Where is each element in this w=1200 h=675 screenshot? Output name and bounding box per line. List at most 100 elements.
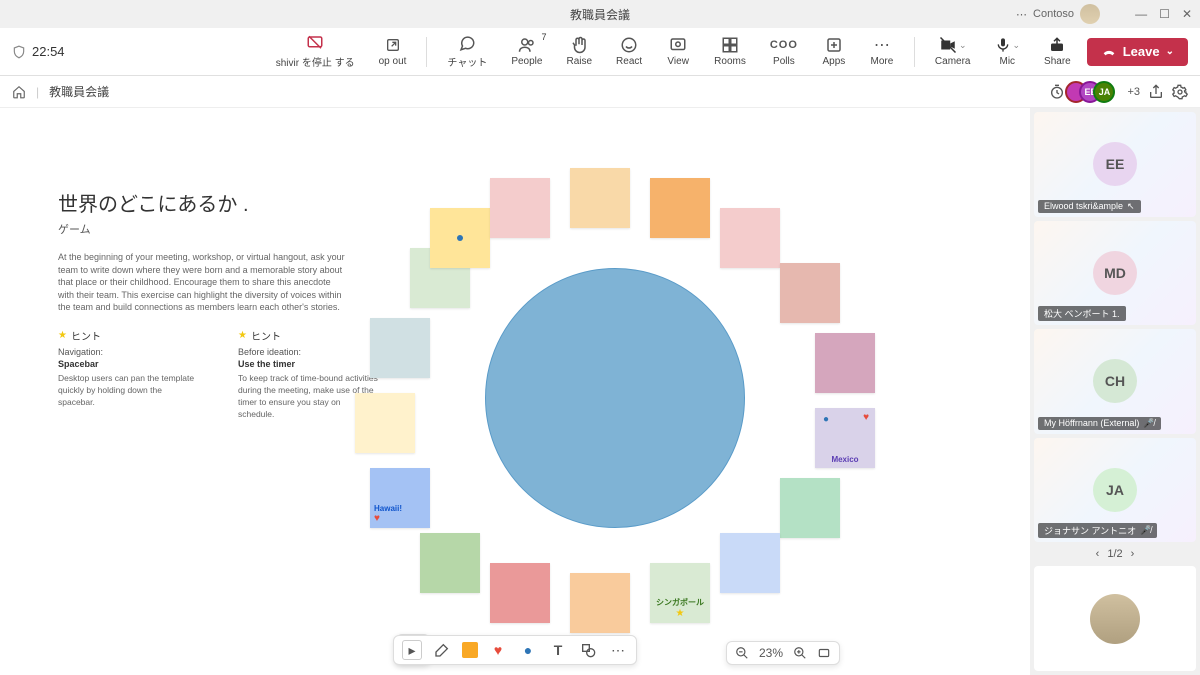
mic-button[interactable]: ⌄ Mic bbox=[987, 34, 1029, 69]
sticky-note-mexico[interactable]: ● ♥ Mexico bbox=[815, 408, 875, 468]
gear-icon[interactable] bbox=[1172, 84, 1188, 100]
share-icon bbox=[1048, 36, 1066, 54]
close-button[interactable]: ✕ bbox=[1182, 7, 1192, 21]
whiteboard-canvas[interactable]: 世界のどこにあるか . ゲーム At the beginning of your… bbox=[0, 108, 1030, 675]
leave-button[interactable]: Leave ⌄ bbox=[1087, 38, 1188, 66]
sticky-tool[interactable] bbox=[462, 642, 478, 658]
heart-icon: ♥ bbox=[374, 513, 426, 524]
minimize-button[interactable]: — bbox=[1135, 7, 1147, 21]
wb-desc: At the beginning of your meeting, worksh… bbox=[58, 251, 348, 314]
cursor-icon: ↖ bbox=[1127, 201, 1135, 212]
share-button[interactable]: Share bbox=[1036, 34, 1079, 69]
home-icon[interactable] bbox=[12, 85, 26, 99]
participant-tile[interactable]: EE Elwood tskri&ample↖ bbox=[1034, 112, 1196, 217]
stop-sharing-button[interactable]: shivir を停止 する bbox=[268, 32, 363, 71]
sticky-note[interactable] bbox=[430, 208, 490, 268]
participant-tile[interactable]: JA ジョナサン アントニオ🎤̸ bbox=[1034, 438, 1196, 543]
comment-tool[interactable]: ● bbox=[518, 640, 538, 660]
self-tile[interactable] bbox=[1034, 566, 1196, 671]
react-button[interactable]: React bbox=[608, 34, 650, 69]
sticky-note[interactable] bbox=[490, 563, 550, 623]
polls-icon: COO bbox=[770, 36, 798, 54]
chat-icon bbox=[458, 34, 476, 52]
sticky-note[interactable] bbox=[420, 533, 480, 593]
camera-off-icon bbox=[939, 36, 957, 54]
hints: ヒント Navigation: Spacebar Desktop users c… bbox=[58, 328, 378, 421]
pager-label: 1/2 bbox=[1107, 548, 1122, 560]
sticky-note[interactable] bbox=[815, 333, 875, 393]
share-out-icon[interactable] bbox=[1148, 84, 1164, 100]
avatar[interactable] bbox=[1080, 4, 1100, 24]
reaction-tool[interactable]: ♥ bbox=[488, 640, 508, 660]
raise-hand-button[interactable]: Raise bbox=[558, 34, 600, 69]
text-tool[interactable]: T bbox=[548, 640, 568, 660]
timer-value: 22:54 bbox=[32, 44, 65, 59]
meeting-toolbar: 22:54 shivir を停止 する op out チャット 7 People… bbox=[0, 28, 1200, 76]
dot-icon bbox=[457, 235, 463, 241]
center-circle[interactable] bbox=[485, 268, 745, 528]
maximize-button[interactable]: ☐ bbox=[1159, 7, 1170, 21]
rooms-button[interactable]: Rooms bbox=[706, 34, 754, 69]
hangup-icon bbox=[1101, 44, 1117, 60]
participant-overflow[interactable]: +3 bbox=[1127, 86, 1140, 98]
sticky-note[interactable] bbox=[650, 178, 710, 238]
sticky-note[interactable] bbox=[355, 393, 415, 453]
chevron-down-icon[interactable]: ⌄ bbox=[959, 40, 967, 51]
sticky-note[interactable] bbox=[780, 263, 840, 323]
sticky-note[interactable] bbox=[570, 168, 630, 228]
rooms-icon bbox=[721, 36, 739, 54]
star-icon: ★ bbox=[654, 608, 706, 619]
shape-tool[interactable] bbox=[578, 640, 598, 660]
sticky-note[interactable] bbox=[370, 318, 430, 378]
timer-icon[interactable] bbox=[1049, 84, 1065, 100]
polls-button[interactable]: COO Polls bbox=[762, 34, 806, 69]
view-icon bbox=[669, 36, 687, 54]
participant-tile[interactable]: MD 松大 ベンボート 1. bbox=[1034, 221, 1196, 326]
mic-icon bbox=[995, 36, 1011, 54]
hint-navigation: ヒント Navigation: Spacebar Desktop users c… bbox=[58, 328, 198, 421]
apps-icon bbox=[825, 36, 843, 54]
chevron-down-icon[interactable]: ⌄ bbox=[1166, 46, 1174, 57]
stop-share-icon bbox=[305, 34, 325, 52]
pager-next[interactable]: › bbox=[1131, 548, 1135, 560]
participant-avatar[interactable]: JA bbox=[1093, 81, 1115, 103]
react-icon bbox=[620, 36, 638, 54]
sticky-note-singapore[interactable]: シンガポール ★ bbox=[650, 563, 710, 623]
avatar: EE bbox=[1093, 142, 1137, 186]
zoom-out-button[interactable] bbox=[735, 646, 749, 660]
participant-tile[interactable]: CH My Höffrnann (External)🎤̸ bbox=[1034, 329, 1196, 434]
sticky-note[interactable] bbox=[720, 208, 780, 268]
sticky-note[interactable] bbox=[490, 178, 550, 238]
pen-tool[interactable] bbox=[432, 640, 452, 660]
pager-prev[interactable]: ‹ bbox=[1096, 548, 1100, 560]
avatar: MD bbox=[1093, 251, 1137, 295]
camera-button[interactable]: ⌄ Camera bbox=[927, 34, 979, 69]
meeting-timer: 22:54 bbox=[12, 44, 65, 59]
sticky-note[interactable] bbox=[570, 573, 630, 633]
cursor-tool[interactable]: ▸ bbox=[402, 640, 422, 660]
apps-button[interactable]: Apps bbox=[814, 34, 854, 69]
mic-muted-icon: 🎤̸ bbox=[1140, 525, 1151, 536]
chevron-down-icon[interactable]: ⌄ bbox=[1013, 40, 1021, 51]
people-button[interactable]: 7 People bbox=[503, 34, 550, 69]
titlebar: 教職員会議 ⋯ Contoso — ☐ ✕ bbox=[0, 0, 1200, 28]
sticky-note[interactable] bbox=[780, 478, 840, 538]
avatar: CH bbox=[1093, 359, 1137, 403]
whiteboard-intro: 世界のどこにあるか . ゲーム At the beginning of your… bbox=[58, 188, 358, 314]
fit-button[interactable] bbox=[817, 646, 831, 660]
sticky-note-hawaii[interactable]: Hawaii! ♥ bbox=[370, 468, 430, 528]
cursor-icon: ● bbox=[823, 414, 829, 425]
more-button[interactable]: ⋯ More bbox=[862, 34, 902, 69]
whiteboard-header: | 教職員会議 EE JA +3 bbox=[0, 76, 1200, 108]
chat-button[interactable]: チャット bbox=[439, 32, 495, 71]
hand-icon bbox=[570, 36, 588, 54]
window-title: 教職員会議 bbox=[570, 6, 630, 23]
view-button[interactable]: View bbox=[658, 34, 698, 69]
zoom-level: 23% bbox=[759, 646, 783, 660]
zoom-in-button[interactable] bbox=[793, 646, 807, 660]
sticky-note[interactable] bbox=[720, 533, 780, 593]
more-tools[interactable]: ⋯ bbox=[608, 640, 628, 660]
shield-icon bbox=[12, 45, 26, 59]
main-area: 世界のどこにあるか . ゲーム At the beginning of your… bbox=[0, 108, 1200, 675]
popout-button[interactable]: op out bbox=[371, 34, 415, 69]
